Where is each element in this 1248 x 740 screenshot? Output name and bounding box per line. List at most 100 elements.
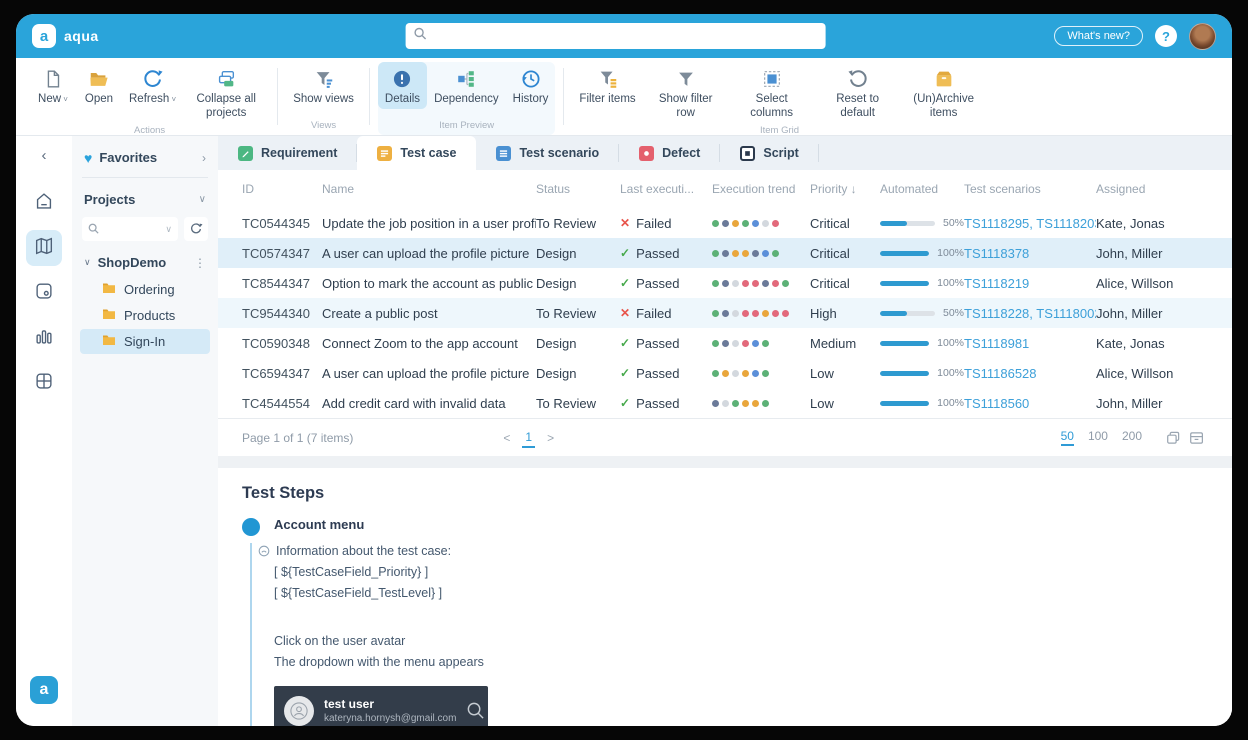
home-icon [33, 190, 55, 217]
cell-last_execution: ✕Failed [620, 306, 712, 321]
toolbar-button-show-views[interactable]: Show views [286, 62, 361, 109]
show-views-icon [313, 67, 335, 91]
trend-dot [732, 220, 739, 227]
folder-icon [102, 308, 116, 323]
heart-icon: ♥ [84, 151, 92, 165]
page-size-200[interactable]: 200 [1122, 429, 1142, 446]
toolbar-button-details[interactable]: Details [378, 62, 427, 109]
cell-status: Design [536, 276, 620, 291]
folder-item-sign-in[interactable]: Sign-In [80, 329, 210, 354]
trend-dot [782, 280, 789, 287]
column-header-trend[interactable]: Execution trend [712, 182, 810, 196]
whats-new-button[interactable]: What's new? [1054, 26, 1143, 46]
test-step[interactable]: Account menu Information about the test … [242, 517, 1208, 726]
table-row[interactable]: TC8544347Option to mark the account as p… [218, 268, 1232, 298]
check-icon: ✓ [620, 336, 630, 350]
rail-item-projects[interactable] [26, 230, 62, 266]
tree-project-shopdemo[interactable]: ∨ ShopDemo ⋮ [80, 249, 210, 276]
table-row[interactable]: TC9544340Create a public postTo Review✕F… [218, 298, 1232, 328]
table-row[interactable]: TC4544554Add credit card with invalid da… [218, 388, 1232, 418]
collapse-projects-icon [215, 67, 237, 91]
chevron-down-icon[interactable]: ∨ [199, 194, 206, 205]
page-number[interactable]: 1 [522, 428, 535, 448]
toolbar-button-open[interactable]: Open [76, 62, 122, 109]
cell-name: Add credit card with invalid data [322, 396, 536, 411]
toolbar-button-filter-items[interactable]: Filter items [572, 62, 642, 109]
column-header-name[interactable]: Name [322, 182, 536, 196]
prev-page-icon[interactable]: < [503, 431, 510, 445]
folder-item-products[interactable]: Products [80, 303, 210, 328]
help-button[interactable]: ? [1155, 25, 1177, 47]
toolbar-button-refresh[interactable]: Refresh ˅ [122, 62, 183, 109]
toolbar-button-select-columns[interactable]: Select columns [729, 62, 815, 122]
rail-item-grid[interactable] [26, 365, 62, 401]
toolbar-button-un-archive-items[interactable]: (Un)Archive items [901, 62, 987, 122]
tab-test-scenario[interactable]: Test scenario [476, 136, 619, 170]
favorites-section[interactable]: ♥ Favorites › [80, 146, 210, 177]
project-search-input[interactable] [103, 223, 161, 235]
projects-section-header[interactable]: Projects ∨ [80, 184, 210, 215]
refresh-projects-button[interactable] [184, 217, 208, 241]
folder-item-ordering[interactable]: Ordering [80, 277, 210, 302]
test-scenario-links[interactable]: TS1118295, TS1118203 [964, 216, 1096, 231]
table-row[interactable]: TC6594347A user can upload the profile p… [218, 358, 1232, 388]
column-header-assigned[interactable]: Assigned [1096, 182, 1216, 196]
cell-automated: 100% [880, 247, 964, 259]
test-scenario-links[interactable]: TS1118981 [964, 336, 1096, 351]
page-size-50[interactable]: 50 [1061, 429, 1074, 446]
tab-script[interactable]: Script [720, 136, 818, 170]
chevron-right-icon[interactable]: › [202, 151, 206, 165]
tab-requirement[interactable]: Requirement [218, 136, 357, 170]
cell-last_execution: ✓Passed [620, 276, 712, 291]
test-scenario-links[interactable]: TS1118560 [964, 396, 1096, 411]
toolbar-button-collapse-all-projects[interactable]: Collapse all projects [183, 62, 269, 122]
tab-label: Requirement [261, 146, 337, 160]
folder-label: Products [124, 308, 175, 323]
toolbar-separator [277, 68, 278, 125]
cell-last_execution: ✓Passed [620, 366, 712, 381]
rail-item-reports[interactable] [26, 320, 62, 356]
table-row[interactable]: TC0544345Update the job position in a us… [218, 208, 1232, 238]
column-header-automated[interactable]: Automated [880, 182, 964, 196]
column-header-last_execution[interactable]: Last executi... [620, 182, 712, 196]
chevron-down-icon[interactable]: ∨ [165, 224, 172, 235]
toolbar-button-label: Select columns [736, 93, 808, 120]
trend-dot [712, 220, 719, 227]
rail-item-home[interactable] [26, 185, 62, 221]
test-scenario-links[interactable]: TS1118228, TS1118002 [964, 306, 1096, 321]
step-field-line: [ ${TestCaseField_Priority} ] [274, 563, 1208, 582]
next-page-icon[interactable]: > [547, 431, 554, 445]
global-search[interactable] [406, 23, 826, 49]
collapse-sidebar-icon[interactable]: ‹ [42, 148, 47, 163]
copy-icon[interactable] [1166, 431, 1181, 445]
testcase-icon [377, 146, 392, 161]
toolbar-button-history[interactable]: History [506, 62, 556, 109]
toolbar-button-reset-to-default[interactable]: Reset to default [815, 62, 901, 122]
toolbar-button-new[interactable]: New ˅ [30, 62, 76, 109]
toolbar-button-show-filter-row[interactable]: Show filter row [643, 62, 729, 122]
global-search-input[interactable] [433, 29, 818, 43]
column-header-scenarios[interactable]: Test scenarios [964, 182, 1096, 196]
tab-label: Test case [400, 146, 456, 160]
column-header-priority[interactable]: Priority ↓ [810, 182, 880, 196]
cell-status: To Review [536, 396, 620, 411]
caret-down-icon[interactable]: ∨ [84, 257, 91, 268]
table-row[interactable]: TC0574347A user can upload the profile p… [218, 238, 1232, 268]
kebab-menu-icon[interactable]: ⋮ [194, 256, 206, 270]
archive-box-icon[interactable] [1189, 431, 1204, 445]
column-header-status[interactable]: Status [536, 182, 620, 196]
tab-test-case[interactable]: Test case [357, 136, 476, 170]
user-avatar[interactable] [1189, 23, 1216, 50]
test-scenario-links[interactable]: TS1118219 [964, 276, 1096, 291]
trend-dot [772, 220, 779, 227]
page-size-100[interactable]: 100 [1088, 429, 1108, 446]
table-row[interactable]: TC0590348Connect Zoom to the app account… [218, 328, 1232, 358]
tab-defect[interactable]: Defect [619, 136, 720, 170]
rail-item-tests[interactable] [26, 275, 62, 311]
trend-dot [762, 250, 769, 257]
toolbar-button-dependency[interactable]: Dependency [427, 62, 506, 109]
test-scenario-links[interactable]: TS11186528 [964, 366, 1096, 381]
column-header-id[interactable]: ID [242, 182, 322, 196]
project-search[interactable]: ∨ [82, 217, 178, 241]
test-scenario-links[interactable]: TS1118378 [964, 246, 1096, 261]
